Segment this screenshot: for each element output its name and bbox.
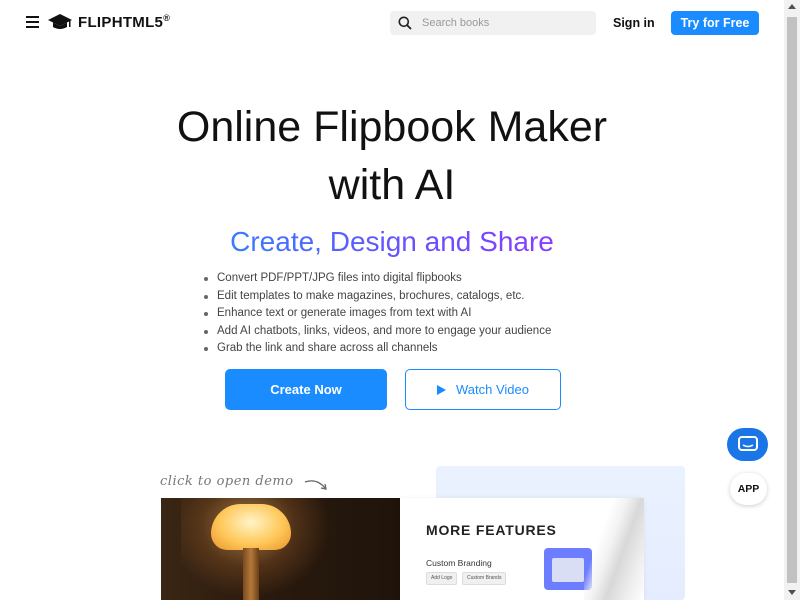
feature-item: Edit templates to make magazines, brochu… (202, 288, 551, 306)
create-now-button[interactable]: Create Now (225, 369, 387, 410)
demo-book-right-page[interactable]: MORE FEATURES Custom Branding Add Logo C… (400, 498, 644, 600)
chip-custom-brands: Custom Brands (462, 572, 507, 585)
lamp-stem (243, 548, 259, 600)
feature-item: Convert PDF/PPT/JPG files into digital f… (202, 270, 551, 288)
chat-bubble-icon (737, 435, 758, 451)
logo[interactable]: FLIPHTML5® (48, 13, 170, 31)
hero-subtitle: Create, Design and Share (230, 226, 554, 257)
hamburger-menu-icon[interactable] (26, 16, 39, 28)
page-curl[interactable] (584, 498, 644, 600)
title-line-1: Online Flipbook Maker (176, 103, 608, 151)
app-button[interactable]: APP (730, 473, 767, 505)
graduation-cap-icon (48, 14, 72, 29)
custom-branding-label: Custom Branding (426, 558, 492, 568)
title-line-2: with AI (328, 161, 456, 209)
page-title: Online Flipbook Maker with AI (0, 98, 784, 214)
watch-video-button[interactable]: Watch Video (405, 369, 561, 410)
scroll-up-arrow-icon[interactable] (788, 4, 796, 9)
more-features-heading: MORE FEATURES (426, 522, 557, 538)
curved-arrow-icon (304, 480, 327, 490)
search-input[interactable] (420, 16, 584, 30)
top-header: FLIPHTML5® Sign in Try for Free (0, 0, 784, 46)
play-icon (437, 384, 446, 395)
demo-book-left-page[interactable] (161, 498, 400, 600)
scroll-down-arrow-icon[interactable] (788, 590, 796, 595)
feature-item: Enhance text or generate images from tex… (202, 305, 551, 323)
try-for-free-button[interactable]: Try for Free (671, 11, 759, 35)
feature-item: Grab the link and share across all chann… (202, 340, 551, 358)
feature-list: Convert PDF/PPT/JPG files into digital f… (202, 270, 551, 358)
lamp-shade (211, 504, 291, 550)
watch-video-label: Watch Video (456, 382, 529, 397)
feature-item: Add AI chatbots, links, videos, and more… (202, 323, 551, 341)
logo-text: FLIPHTML5® (78, 13, 171, 31)
search-box[interactable] (390, 11, 596, 35)
search-icon (398, 16, 412, 30)
chip-add-logo: Add Logo (426, 572, 458, 585)
chat-button[interactable] (727, 428, 768, 461)
scrollbar-thumb[interactable] (787, 17, 797, 583)
demo-hint-text: click to open demo (160, 474, 294, 489)
sign-in-link[interactable]: Sign in (613, 16, 655, 30)
